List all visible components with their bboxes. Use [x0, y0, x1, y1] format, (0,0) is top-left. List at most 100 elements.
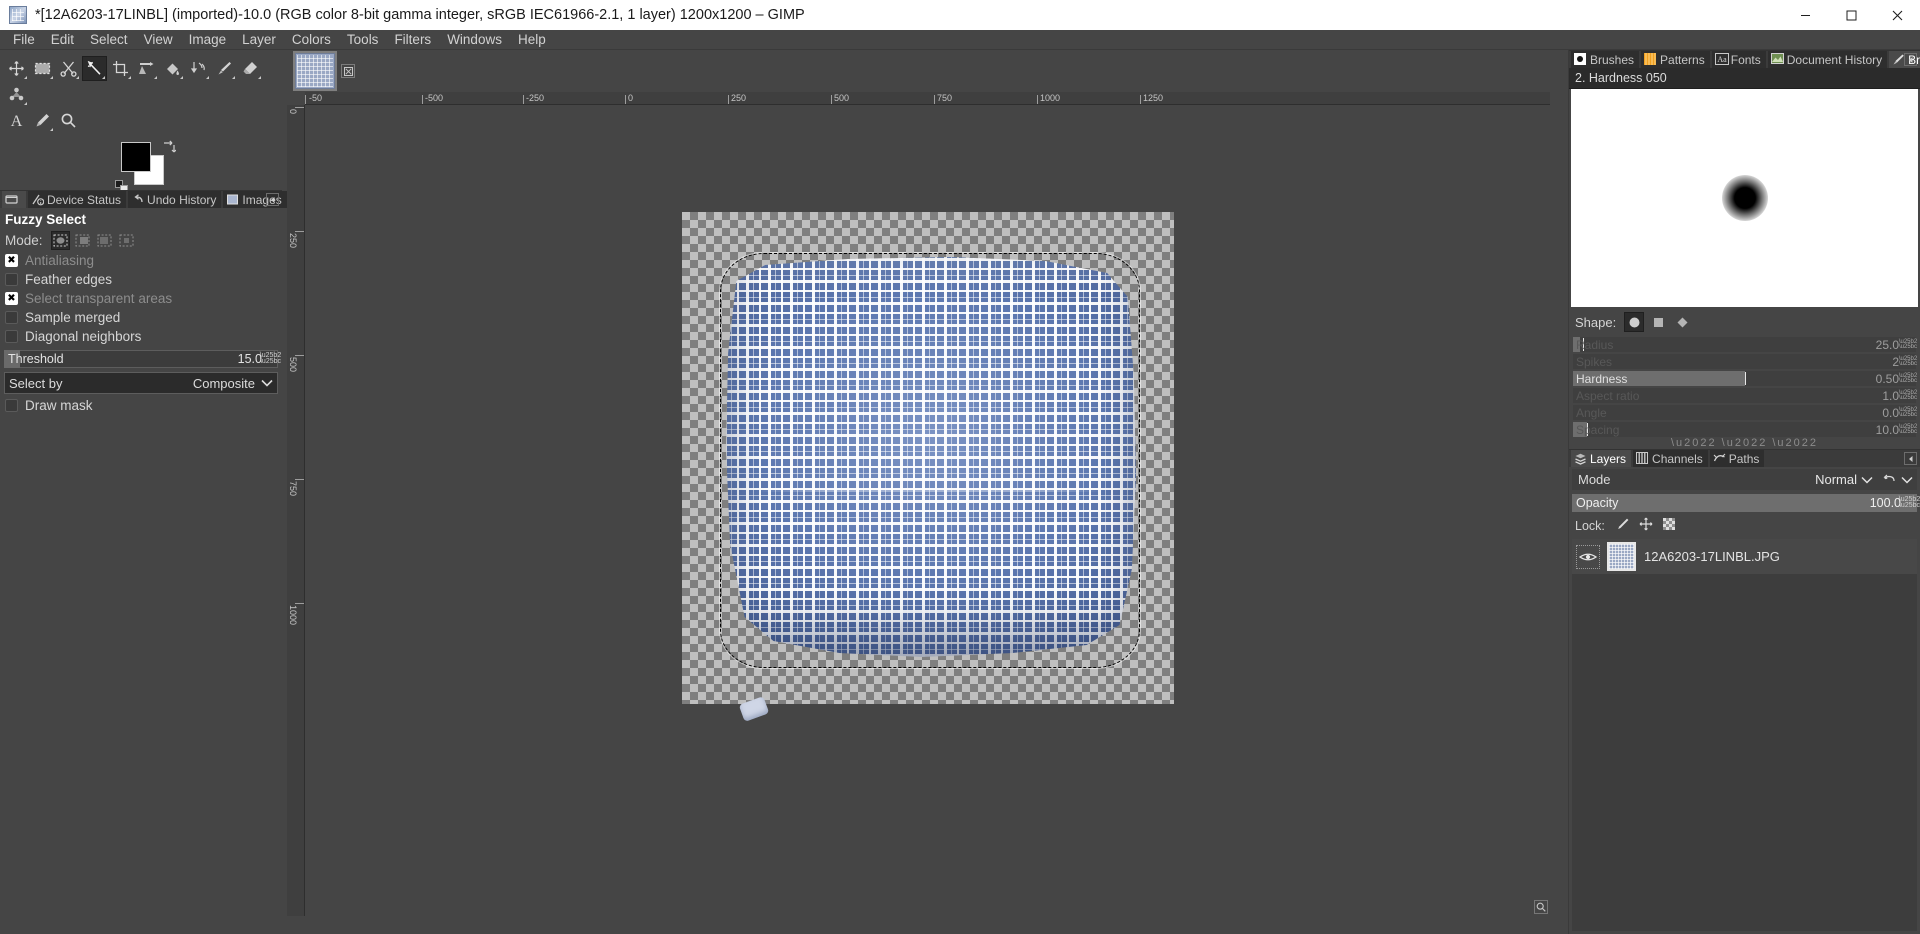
fuzzy-select-tool[interactable] [82, 56, 107, 81]
brush-preview-blob [1721, 175, 1768, 221]
list-item[interactable]: 12A6203-17LINBL.JPG [1572, 539, 1917, 574]
menu-filters[interactable]: Filters [386, 30, 439, 50]
zoom-tool[interactable] [56, 108, 81, 133]
close-image-tab-icon[interactable] [341, 64, 355, 78]
tab-label-brushes: Brushes [1590, 52, 1635, 67]
opacity-stepper[interactable]: \u25b2 \u25bc [1899, 496, 1920, 509]
ruler-label-h-1: -500 [425, 93, 444, 103]
mode-intersect-with-selection[interactable] [117, 231, 136, 250]
sample-merged-checkbox[interactable] [5, 311, 18, 324]
option-diagonal-neighbors[interactable]: Diagonal neighbors [0, 327, 282, 346]
image-thumbnail-tab[interactable] [295, 53, 335, 89]
blend-mode-dropdown[interactable]: Normal [1815, 472, 1917, 487]
layer-list[interactable]: 12A6203-17LINBL.JPG [1572, 539, 1917, 931]
lock-pixels-icon[interactable] [1616, 517, 1630, 534]
tab-brushes[interactable]: Brushes [1571, 51, 1640, 68]
tab-patterns[interactable]: Patterns [1641, 51, 1710, 68]
navigation-preview-icon[interactable] [1534, 900, 1548, 914]
option-feather-edges[interactable]: Feather edges [0, 270, 282, 289]
diagonal-neighbors-checkbox[interactable] [5, 330, 18, 343]
image-canvas[interactable] [682, 212, 1174, 722]
brush-radius-slider[interactable]: Radius 25.0 \u25b2 \u25bc [1573, 337, 1917, 352]
brush-angle-slider[interactable]: Angle 0.0 \u25b2 \u25bc [1573, 405, 1917, 420]
tab-paths[interactable]: Paths [1709, 450, 1765, 467]
brush-angle-stepper[interactable]: \u25b2 \u25bc [1899, 407, 1917, 418]
tab-channels[interactable]: Channels [1633, 450, 1708, 467]
close-button[interactable] [1874, 0, 1920, 30]
horizontal-ruler[interactable]: -50 -500 -250 0 250 500 750 1000 1250 [305, 92, 1550, 105]
antialiasing-checkbox[interactable] [5, 254, 18, 267]
paths-icon [1713, 452, 1726, 465]
menu-windows[interactable]: Windows [439, 30, 510, 50]
draw-mask-checkbox[interactable] [5, 399, 18, 412]
paintbrush-tool[interactable] [212, 56, 237, 81]
text-tool[interactable]: A [4, 108, 29, 133]
swap-colors-icon[interactable] [162, 140, 177, 157]
brush-spikes-stepper[interactable]: \u25b2 \u25bc [1899, 356, 1917, 367]
opacity-slider[interactable]: Opacity 100.0 \u25b2 \u25bc [1572, 494, 1920, 512]
transform-tool[interactable] [134, 56, 159, 81]
menu-edit[interactable]: Edit [43, 30, 82, 50]
shape-circle-button[interactable] [1624, 312, 1645, 332]
tab-undo-history[interactable]: Undo History [128, 191, 222, 208]
menu-layer[interactable]: Layer [234, 30, 284, 50]
crop-tool[interactable] [108, 56, 133, 81]
smudge-tool[interactable] [4, 82, 29, 107]
lock-position-icon[interactable] [1639, 517, 1653, 534]
tab-device-status[interactable]: Device Status [28, 191, 127, 208]
brush-aspect-ratio-stepper[interactable]: \u25b2 \u25bc [1899, 390, 1917, 401]
bucket-fill-tool[interactable] [160, 56, 185, 81]
option-sample-merged[interactable]: Sample merged [0, 308, 282, 327]
scissors-select-tool[interactable] [56, 56, 81, 81]
maximize-button[interactable] [1828, 0, 1874, 30]
left-dock-menu-button[interactable] [266, 193, 279, 206]
rectangle-select-tool[interactable] [30, 56, 55, 81]
menu-help[interactable]: Help [510, 30, 554, 50]
threshold-slider[interactable]: Threshold 15.0 \u25b2 \u25bc [4, 350, 281, 368]
menu-image[interactable]: Image [181, 30, 235, 50]
feather-edges-checkbox[interactable] [5, 273, 18, 286]
brush-aspect-ratio-slider[interactable]: Aspect ratio 1.0 \u25b2 \u25bc [1573, 388, 1917, 403]
menu-tools[interactable]: Tools [339, 30, 387, 50]
select-by-dropdown[interactable]: Select by Composite [4, 372, 278, 394]
dock-resize-grip[interactable]: \u2022 \u2022 \u2022 [1569, 438, 1920, 449]
menu-file[interactable]: File [5, 30, 43, 50]
minimize-button[interactable] [1782, 0, 1828, 30]
vertical-ruler[interactable]: 0 250 500 750 1000 [287, 105, 305, 916]
menu-colors[interactable]: Colors [284, 30, 339, 50]
foreground-color-swatch[interactable] [121, 142, 151, 172]
brush-spacing-slider[interactable]: Spacing 10.0 \u25b2 \u25bc [1573, 422, 1917, 437]
tab-layers[interactable]: Layers [1571, 450, 1632, 467]
brush-spacing-stepper[interactable]: \u25b2 \u25bc [1899, 424, 1917, 435]
mode-add-to-selection[interactable] [73, 231, 92, 250]
tab-tool-options[interactable] [2, 191, 26, 208]
tool-corner-marker [102, 76, 105, 79]
brush-spikes-slider[interactable]: Spikes 2 \u25b2 \u25bc [1573, 354, 1917, 369]
brush-radius-stepper[interactable]: \u25b2 \u25bc [1899, 339, 1917, 350]
threshold-stepper[interactable]: \u25b2 \u25bc [260, 352, 281, 365]
brush-hardness-slider[interactable]: Hardness 0.50 \u25b2 \u25bc [1573, 371, 1917, 386]
option-select-transparent-areas[interactable]: Select transparent areas [0, 289, 282, 308]
pencil-tool[interactable] [30, 108, 55, 133]
mode-replace-selection[interactable] [50, 231, 70, 250]
option-antialiasing[interactable]: Antialiasing [0, 251, 282, 270]
tab-document-history[interactable]: Document History [1767, 51, 1888, 68]
move-tool[interactable] [4, 56, 29, 81]
select-transparent-areas-checkbox[interactable] [5, 292, 18, 305]
right-dock-menu-button[interactable] [1904, 53, 1917, 66]
layers-dock-menu-button[interactable] [1904, 452, 1917, 465]
menu-view[interactable]: View [136, 30, 181, 50]
brush-hardness-stepper[interactable]: \u25b2 \u25bc [1899, 373, 1917, 384]
layer-visibility-toggle[interactable] [1576, 544, 1600, 569]
image-canvas-viewport[interactable] [306, 106, 1550, 916]
gradient-tool[interactable] [186, 56, 211, 81]
option-draw-mask[interactable]: Draw mask [0, 396, 282, 415]
mode-subtract-from-selection[interactable] [95, 231, 114, 250]
tab-fonts[interactable]: Aa Fonts [1711, 51, 1766, 68]
eraser-tool[interactable] [238, 56, 263, 81]
shape-square-button[interactable] [1648, 312, 1668, 332]
lock-alpha-icon[interactable] [1662, 517, 1676, 534]
blend-mode-row[interactable]: Mode Normal [1572, 469, 1917, 490]
menu-select[interactable]: Select [82, 30, 136, 50]
shape-diamond-button[interactable] [1672, 312, 1692, 332]
